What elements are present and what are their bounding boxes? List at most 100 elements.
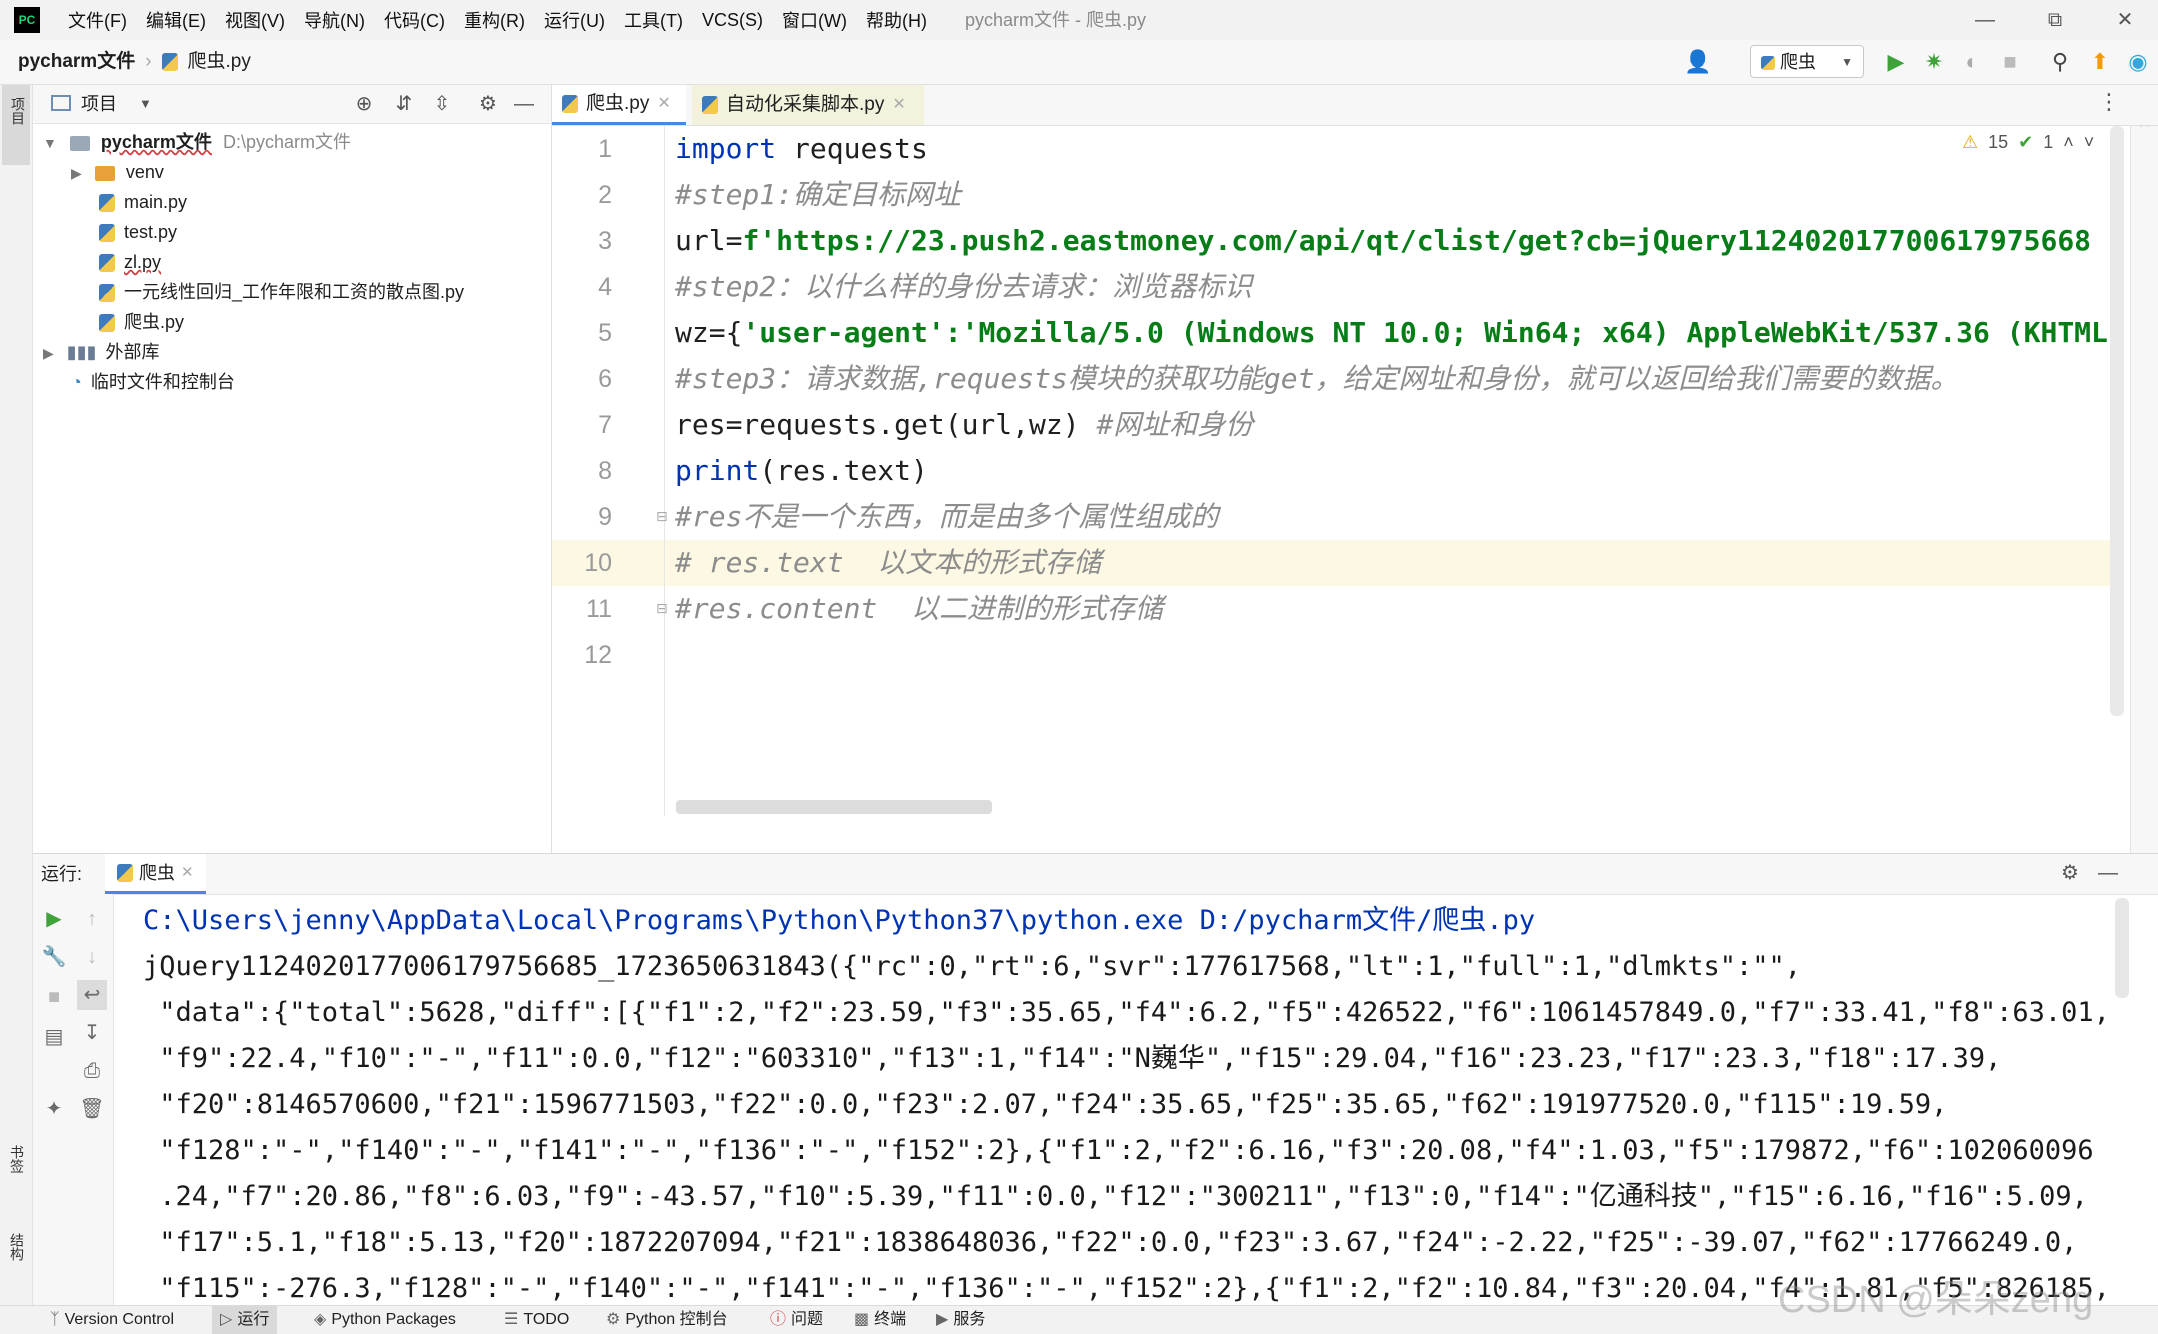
debug-icon[interactable]: ✷ [1918, 46, 1950, 78]
code-keyword: print [675, 454, 760, 487]
collapse-all-icon[interactable]: ⇳ [427, 89, 457, 119]
console-output[interactable]: C:\Users\jenny\AppData\Local\Programs\Py… [143, 898, 2133, 1303]
rerun-icon[interactable]: ▶ [39, 904, 69, 934]
tree-item-venv[interactable]: ▶ venv [71, 157, 164, 187]
close-icon[interactable]: ✕ [2100, 0, 2150, 40]
code-comment: #网址和身份 [1096, 408, 1254, 441]
project-tool-button[interactable]: 项目 [2, 85, 30, 165]
coverage-icon[interactable]: ◐ [1956, 46, 1988, 78]
editor-vertical-scrollbar[interactable] [2110, 126, 2124, 716]
project-pane-title[interactable]: 项目 [81, 85, 117, 123]
menu-code[interactable]: 代码(C) [384, 7, 445, 33]
close-tab-icon[interactable]: ✕ [181, 853, 194, 893]
stop-icon[interactable]: ■ [1994, 46, 2026, 78]
status-tab-terminal[interactable]: ▩ 终端 [846, 1306, 914, 1334]
account-icon[interactable]: 👤 [1682, 46, 1714, 78]
search-icon[interactable]: ⚲ [2044, 46, 2076, 78]
scroll-to-end-icon[interactable]: ↧ [77, 1018, 107, 1048]
menu-window[interactable]: 窗口(W) [782, 7, 847, 33]
project-view-icon [51, 95, 71, 111]
close-tab-icon[interactable]: ✕ [892, 85, 905, 125]
project-pane-header: 项目 ▼ ⊕ ⇵ ⇳ ⚙ — [33, 85, 551, 124]
locate-icon[interactable]: ⊕ [349, 89, 379, 119]
menu-edit[interactable]: 编辑(E) [146, 7, 206, 33]
code-editor[interactable]: import requests #step1:确定目标网址 url=f'http… [665, 126, 2123, 816]
status-tab-version-control[interactable]: ᛉ Version Control [42, 1306, 182, 1334]
soft-wrap-icon[interactable]: ↩ [77, 980, 107, 1010]
status-tab-problems[interactable]: ⓘ 问题 [762, 1306, 831, 1334]
tree-item-label: 一元线性回归_工作年限和工资的散点图.py [124, 282, 465, 302]
stop-icon[interactable]: ■ [39, 982, 69, 1012]
arrow-down-icon[interactable]: ↓ [77, 942, 107, 972]
tree-item-external-libraries[interactable]: ▶ ▮▮▮ 外部库 [43, 337, 160, 367]
update-icon[interactable]: ⬆ [2084, 46, 2116, 78]
breadcrumb-file[interactable]: 爬虫.py [188, 40, 251, 84]
tree-item-label: test.py [124, 222, 178, 242]
tree-item-file[interactable]: main.py [99, 187, 187, 217]
run-icon: ▷ [220, 1311, 233, 1328]
more-options-icon[interactable]: ⋮ [2098, 89, 2120, 115]
menu-refactor[interactable]: 重构(R) [464, 7, 525, 33]
status-tab-label: 终端 [874, 1311, 907, 1328]
editor-horizontal-scrollbar[interactable] [676, 800, 992, 814]
jetbrains-icon[interactable]: ◉ [2122, 46, 2154, 78]
code-comment: #res不是一个东西，而是由多个属性组成的 [675, 500, 1219, 533]
breadcrumb-project[interactable]: pycharm文件 [18, 40, 135, 84]
tree-item-file[interactable]: test.py [99, 217, 177, 247]
python-console-icon: ⚙ [606, 1311, 621, 1328]
code-line: url=f'https://23.push2.eastmoney.com/api… [675, 218, 2091, 264]
expand-all-icon[interactable]: ⇵ [389, 89, 419, 119]
console-line: "data":{"total":5628,"diff":[{"f1":2,"f2… [143, 997, 2110, 1028]
menu-navigate[interactable]: 导航(N) [304, 7, 365, 33]
status-tab-python-console[interactable]: ⚙ Python 控制台 [598, 1306, 736, 1334]
menu-run[interactable]: 运行(U) [544, 7, 605, 33]
run-panel: 运行: 爬虫 ✕ ⚙ — ▶ ↑ 🔧 ↓ ■ ↩ ↧ ▤ ⎙ ✦ 🗑 C:\Us… [33, 853, 2158, 1306]
status-tab-services[interactable]: ▶ 服务 [928, 1306, 993, 1334]
print-icon[interactable]: ⎙ [77, 1056, 107, 1086]
close-tab-icon[interactable]: ✕ [657, 84, 670, 124]
run-config-selector[interactable]: 爬虫 ▼ [1750, 45, 1864, 78]
console-scrollbar[interactable] [2115, 898, 2129, 998]
tree-item-label: venv [125, 162, 164, 182]
tab-spider-py[interactable]: 爬虫.py ✕ [552, 85, 686, 125]
tree-root[interactable]: ▼ pycharm文件 D:\pycharm文件 [43, 127, 351, 157]
trash-icon[interactable]: 🗑 [77, 1094, 107, 1124]
tree-item-scratches[interactable]: ◔ 临时文件和控制台 [71, 367, 235, 397]
tree-item-label: zl.py [124, 252, 162, 272]
status-tab-python-packages[interactable]: ◈ Python Packages [306, 1306, 464, 1334]
console-line: "f128":"-","f140":"-","f141":"-","f136":… [143, 1135, 2094, 1166]
hide-icon[interactable]: — [2093, 858, 2123, 888]
status-tab-todo[interactable]: ☰ TODO [496, 1306, 577, 1334]
inspection-widget[interactable]: ⚠ 15 ✔ 1 ˄ ˅ [1962, 132, 2094, 153]
chevron-down-icon[interactable]: ▼ [139, 85, 152, 123]
run-icon[interactable]: ▶ [1880, 46, 1912, 78]
menu-file[interactable]: 文件(F) [68, 7, 127, 33]
menu-help[interactable]: 帮助(H) [866, 7, 927, 33]
menu-view[interactable]: 视图(V) [225, 7, 285, 33]
tree-item-file[interactable]: zl.py [99, 247, 161, 277]
pin-icon[interactable]: ✦ [39, 1094, 69, 1124]
chevron-down-icon: ▼ [43, 135, 57, 151]
tree-root-name: pycharm文件 [100, 132, 212, 152]
minimize-icon[interactable]: — [1960, 0, 2010, 40]
layout-icon[interactable]: ▤ [39, 1022, 69, 1052]
menu-vcs[interactable]: VCS(S) [702, 10, 763, 31]
terminal-icon: ▩ [854, 1311, 870, 1328]
tree-item-file[interactable]: 一元线性回归_工作年限和工资的散点图.py [99, 277, 464, 307]
tab-automation-script[interactable]: 自动化采集脚本.py ✕ [692, 85, 924, 125]
status-tab-run[interactable]: ▷ 运行 [212, 1306, 278, 1334]
bookmarks-tool-label[interactable]: 书签 [7, 1145, 27, 1173]
run-tab-spider[interactable]: 爬虫 ✕ [105, 854, 206, 894]
wrench-icon[interactable]: 🔧 [39, 942, 69, 972]
chevron-up-icon[interactable]: ˄ [2063, 132, 2074, 153]
gear-icon[interactable]: ⚙ [2055, 858, 2085, 888]
status-tab-label: TODO [523, 1311, 570, 1328]
gear-icon[interactable]: ⚙ [473, 89, 503, 119]
hide-icon[interactable]: — [509, 89, 539, 119]
structure-tool-label[interactable]: 结构 [7, 1233, 27, 1261]
tree-item-file[interactable]: 爬虫.py [99, 307, 184, 337]
arrow-up-icon[interactable]: ↑ [77, 904, 107, 934]
restore-icon[interactable]: ⧉ [2030, 0, 2080, 40]
menu-tools[interactable]: 工具(T) [624, 7, 683, 33]
chevron-down-icon[interactable]: ˅ [2084, 132, 2095, 153]
